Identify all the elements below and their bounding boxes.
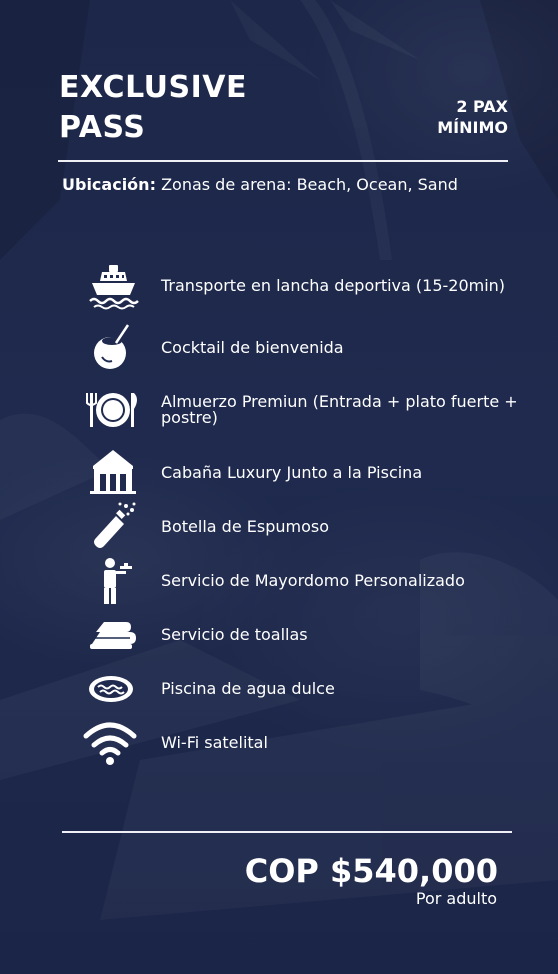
towels-icon: [80, 608, 146, 662]
feature-item: Botella de Espumoso: [80, 500, 520, 554]
top-divider: [58, 160, 508, 162]
coconut-cocktail-icon: [80, 321, 146, 375]
feature-label: Botella de Espumoso: [161, 517, 329, 536]
wifi-icon: [80, 716, 146, 770]
pass-title-line: PASS: [59, 110, 146, 145]
pass-card: EXCLUSIVE PASS 2 PAX MÍNIMO Ubicación: Z…: [0, 0, 558, 974]
feature-label: Piscina de agua dulce: [161, 679, 335, 698]
feature-label: Cocktail de bienvenida: [161, 338, 344, 357]
feature-label: Servicio de Mayordomo Personalizado: [161, 571, 465, 590]
location-value: Zonas de arena: Beach, Ocean, Sand: [161, 175, 458, 194]
feature-item: Cabaña Luxury Junto a la Piscina: [80, 446, 520, 500]
price-unit: Por adulto: [415, 889, 497, 908]
plate-cutlery-icon: [80, 383, 146, 437]
sparkling-bottle-icon: [80, 500, 146, 554]
price-amount: COP $540,000: [244, 852, 498, 890]
location-label: Ubicación:: [62, 175, 156, 194]
pool-icon: [80, 662, 146, 716]
feature-label: Servicio de toallas: [161, 625, 308, 644]
feature-item: Wi-Fi satelital: [80, 716, 520, 770]
speedboat-icon: [80, 259, 146, 313]
pass-title: EXCLUSIVE PASS: [59, 68, 247, 148]
bottom-divider: [62, 831, 512, 833]
feature-item: Piscina de agua dulce: [80, 662, 520, 716]
feature-label: Wi-Fi satelital: [161, 733, 268, 752]
minimum-pax-label: MÍNIMO: [437, 118, 508, 137]
feature-item: Servicio de toallas: [80, 608, 520, 662]
minimum-pax-count: 2 PAX: [456, 97, 508, 116]
cabana-icon: [80, 446, 146, 500]
feature-label: Transporte en lancha deportiva (15-20min…: [161, 276, 506, 295]
feature-item: Transporte en lancha deportiva (15-20min…: [80, 259, 520, 313]
feature-item: Cocktail de bienvenida: [80, 321, 520, 375]
feature-item: Servicio de Mayordomo Personalizado: [80, 554, 520, 608]
feature-item: Almuerzo Premiun (Entrada + plato fuerte…: [80, 383, 520, 437]
feature-label: Almuerzo Premiun (Entrada + plato fuerte…: [161, 392, 518, 427]
minimum-pax: 2 PAX MÍNIMO: [437, 96, 508, 138]
butler-icon: [80, 554, 146, 608]
feature-label: Cabaña Luxury Junto a la Piscina: [161, 463, 423, 482]
location: Ubicación: Zonas de arena: Beach, Ocean,…: [62, 174, 458, 196]
pass-title-line: EXCLUSIVE: [59, 70, 247, 105]
